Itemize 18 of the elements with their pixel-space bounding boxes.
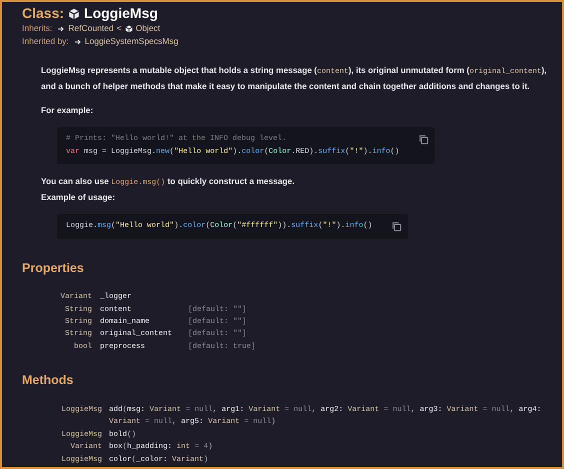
- copy-icon[interactable]: [391, 221, 402, 232]
- class-link[interactable]: RefCounted: [68, 22, 114, 35]
- cube-icon: [124, 24, 133, 32]
- class-link[interactable]: LoggieSystemSpecsMsg: [84, 35, 178, 48]
- arrow-icon: [57, 24, 66, 32]
- class-label: Class:: [22, 4, 64, 23]
- class-name: LoggieMsg: [84, 4, 158, 23]
- inherits-label: Inherits:: [22, 22, 52, 35]
- section-heading: Properties: [22, 260, 85, 277]
- cube-icon: [68, 8, 80, 20]
- section-heading: Methods: [22, 372, 74, 390]
- arrow-icon: [74, 38, 82, 46]
- separator: <: [116, 22, 122, 35]
- paragraph: Example of usage:: [40, 191, 116, 204]
- inherited-by-label: Inherited by:: [22, 35, 69, 48]
- paragraph: For example:: [40, 104, 94, 117]
- copy-icon[interactable]: [418, 134, 430, 145]
- class-link[interactable]: Object: [136, 22, 160, 35]
